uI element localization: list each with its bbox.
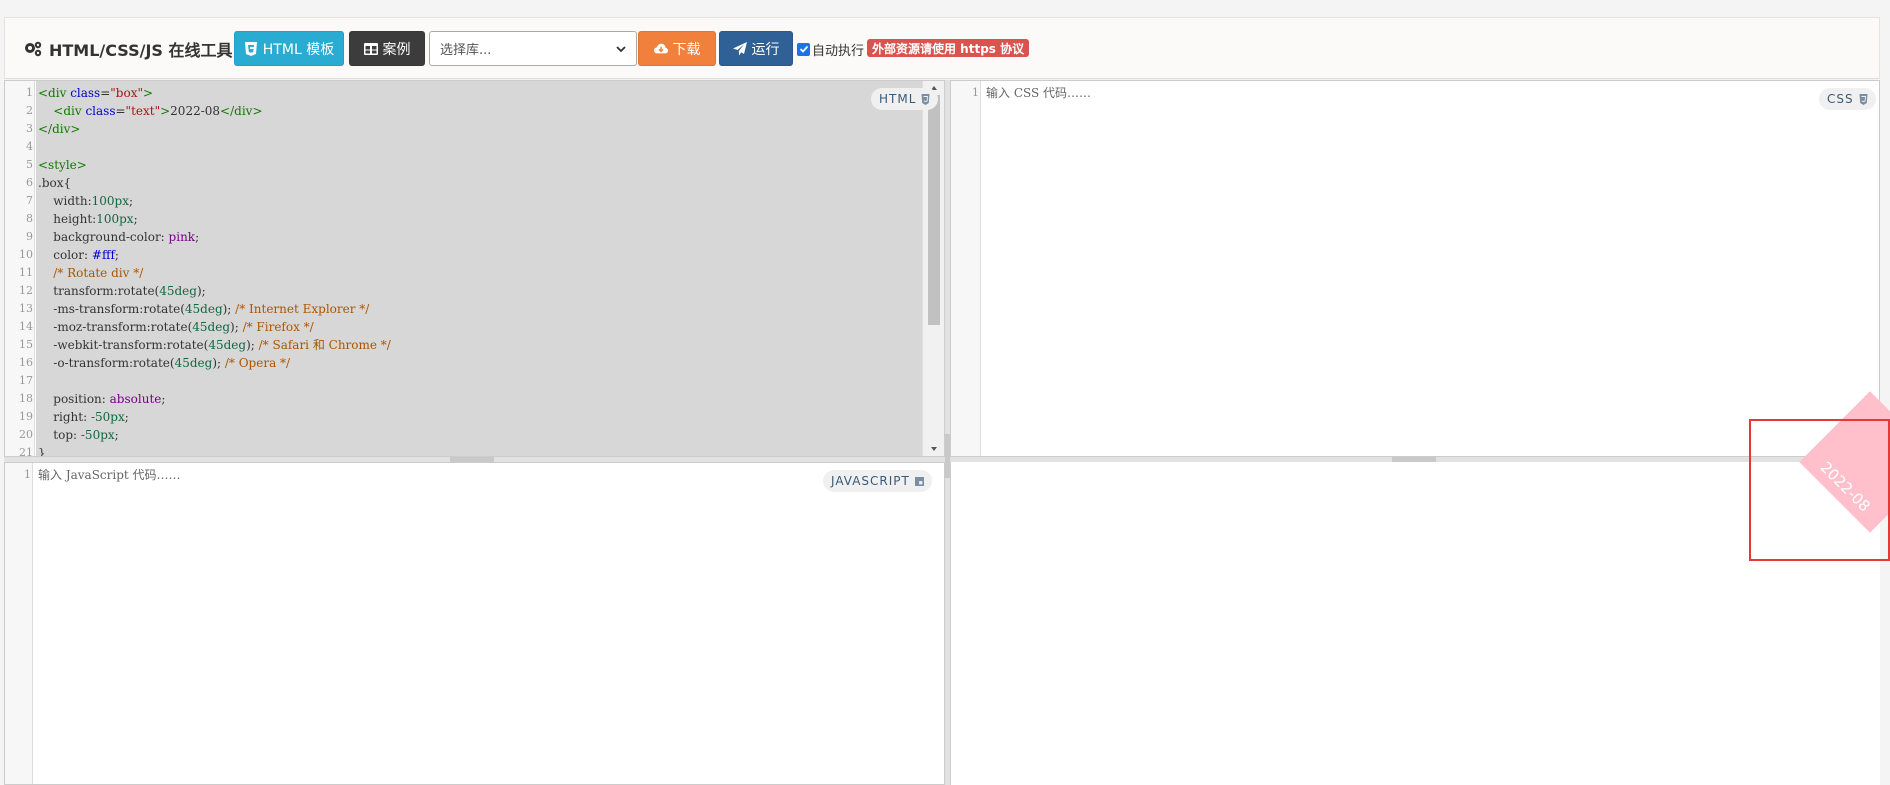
html5-icon [244,41,257,56]
html-editor-scrollbar[interactable] [922,81,944,456]
js-icon [914,476,924,486]
line-number: 17 [19,374,33,387]
css-tag-label: CSS [1827,92,1854,106]
code-line: -webkit-transform:rotate(45deg); /* Safa… [53,338,391,352]
line-number: 7 [26,194,33,207]
auto-run-checkbox[interactable] [797,42,810,56]
code-line: } [38,446,46,457]
scroll-down-icon[interactable] [929,444,939,454]
line-number: 1 [972,86,979,99]
line-number: 14 [19,320,33,333]
line-number: 12 [19,284,33,297]
resize-handle[interactable] [450,457,494,462]
app-title: HTML/CSS/JS 在线工具 [49,41,233,60]
paper-plane-icon [732,41,747,55]
auto-run-label: 自动执行 [812,43,865,59]
line-number: 19 [19,410,33,423]
download-label: 下载 [672,41,701,58]
code-line: </div> [38,122,81,136]
html-line-numbers: 1 2 3 4 5 6 7 8 9 10 11 12 13 14 15 16 17 18 19 20 21 [5,84,33,457]
line-number: 10 [19,248,33,261]
html-language-tag: HTML [871,88,939,110]
line-number: 16 [19,356,33,369]
line-number: 4 [26,140,33,153]
line-number: 1 [26,86,33,99]
code-line: top: -50px; [53,428,119,442]
code-line: right: -50px; [53,410,129,424]
code-line: -moz-transform:rotate(45deg); /* Firefox… [53,320,314,334]
chevron-down-icon [616,45,626,52]
js-language-tag: JAVASCRIPT [823,470,932,492]
toolbar: HTML/CSS/JS 在线工具 HTML 模板 案例 选择库... 下载 运行… [4,17,1880,79]
js-editor-gutter: 1 [5,463,33,784]
css3-icon [1859,93,1868,105]
code-line: background-color: pink; [53,230,200,244]
examples-label: 案例 [382,41,411,58]
line-number: 9 [26,230,33,243]
line-number: 20 [19,428,33,441]
line-number: 1 [24,468,31,481]
check-icon [799,45,808,53]
line-number: 13 [19,302,33,315]
table-icon [363,42,378,55]
library-select[interactable]: 选择库... [429,31,637,66]
js-placeholder: 输入 JavaScript 代码…… [38,468,181,482]
app-brand: HTML/CSS/JS 在线工具 [23,38,233,60]
css-placeholder: 输入 CSS 代码…… [986,86,1092,100]
html5-icon [921,93,930,105]
html-code-area[interactable]: <div class="box"> <div class="text">2022… [36,81,922,456]
line-number: 3 [26,122,33,135]
line-number: 15 [19,338,33,351]
library-select-value: 选择库... [440,43,492,58]
code-line: -o-transform:rotate(45deg); /* Opera */ [53,356,291,370]
code-line: <style> [38,158,87,172]
line-number: 11 [19,266,33,279]
html-code-lines: <div class="box"> <div class="text">2022… [38,84,391,457]
code-line: /* Rotate div */ [53,266,144,280]
code-line: <div class="box"> [38,86,154,100]
line-number: 2 [26,104,33,117]
line-number: 18 [19,392,33,405]
line-number: 8 [26,212,33,225]
css-code-area[interactable]: 输入 CSS 代码…… [982,81,1879,456]
auto-run-toggle[interactable]: 自动执行 [797,39,864,59]
line-number: 21 [19,446,33,457]
examples-button[interactable]: 案例 [349,31,425,66]
line-number: 6 [26,176,33,189]
code-line: color: #fff; [53,248,119,262]
https-warning-badge: 外部资源请使用 https 协议 [867,39,1030,57]
code-line: width:100px; [53,194,134,208]
code-line: height:100px; [53,212,138,226]
code-line: position: absolute; [53,392,166,406]
css-line-numbers: 1 [951,84,979,102]
highlight-rectangle [1749,419,1890,561]
js-line-numbers: 1 [5,466,31,484]
run-button[interactable]: 运行 [719,31,793,66]
line-number: 5 [26,158,33,171]
css-editor-gutter: 1 [951,81,981,456]
cloud-download-icon [653,43,668,53]
html-editor-pane[interactable]: 1 2 3 4 5 6 7 8 9 10 11 12 13 14 15 16 17 18 19 20 21 <div c… [4,80,945,457]
html-template-button[interactable]: HTML 模板 [234,31,344,66]
preview-pane [950,462,1880,785]
js-code-area[interactable]: 输入 JavaScript 代码…… [34,463,944,784]
css-editor-pane[interactable]: 1 输入 CSS 代码…… CSS [950,80,1880,457]
code-line: <div class="text">2022-08</div> [53,104,263,118]
js-tag-label: JAVASCRIPT [831,474,910,488]
html-editor-gutter: 1 2 3 4 5 6 7 8 9 10 11 12 13 14 15 16 17 18 19 20 21 [5,81,35,456]
download-button[interactable]: 下载 [638,31,716,66]
js-editor-pane[interactable]: 1 输入 JavaScript 代码…… JAVASCRIPT [4,462,945,785]
html-template-label: HTML 模板 [262,41,335,58]
code-line: .box{ [38,176,72,190]
run-label: 运行 [751,41,780,58]
code-line: transform:rotate(45deg); [53,284,206,298]
css-language-tag: CSS [1819,88,1876,110]
code-line: -ms-transform:rotate(45deg); /* Internet… [53,302,370,316]
scrollbar-thumb[interactable] [928,95,940,325]
html-tag-label: HTML [879,92,917,106]
gears-icon [25,41,42,57]
